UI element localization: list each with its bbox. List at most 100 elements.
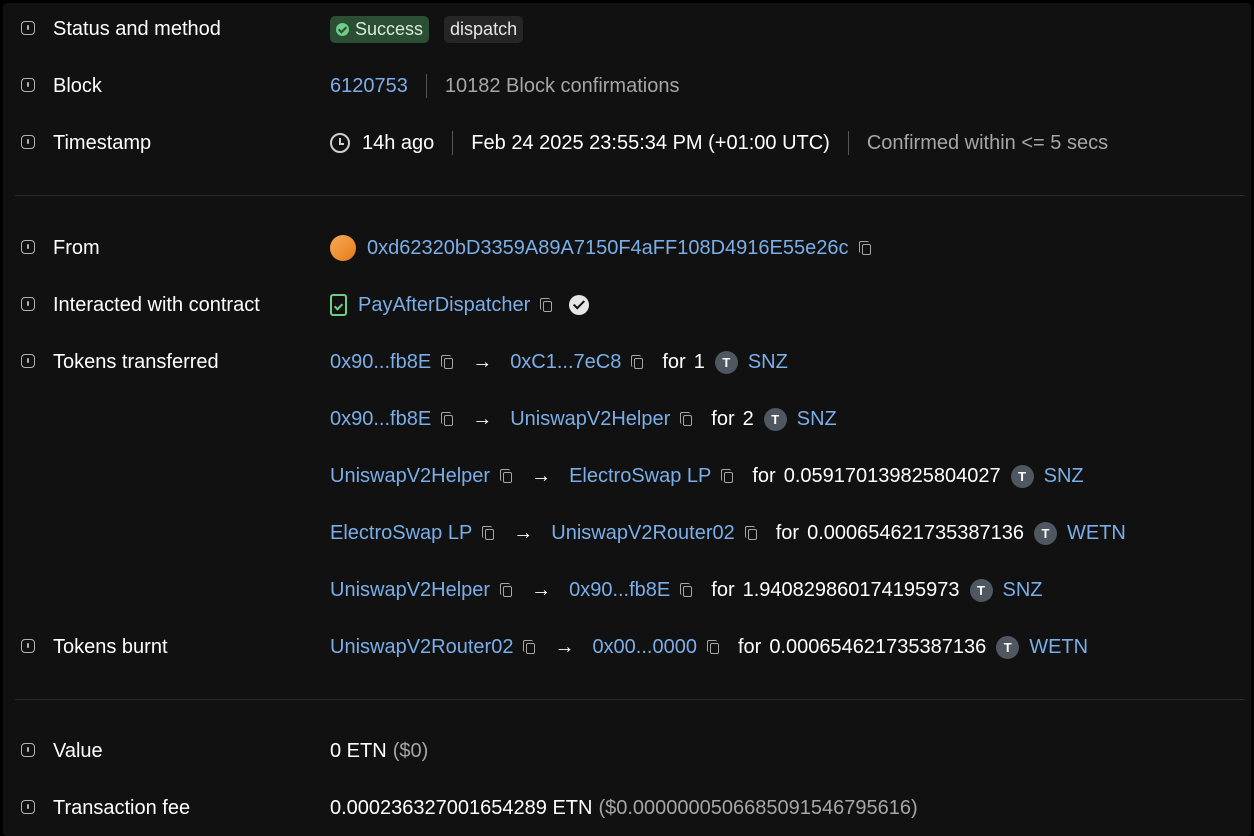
info-icon[interactable]: [21, 78, 35, 92]
block-confirmations: 10182 Block confirmations: [444, 74, 680, 97]
copy-icon[interactable]: [441, 354, 454, 370]
from-value: 0xd62320bD3359A89A7150F4aFF108D4916E55e2…: [330, 228, 872, 268]
from-address-link[interactable]: 0xd62320bD3359A89A7150F4aFF108D4916E55e2…: [367, 237, 849, 260]
arrow-right-icon: →: [472, 350, 493, 373]
row-timestamp: Timestamp 14h ago Feb 24 2025 23:55:34 P…: [3, 123, 1251, 163]
transfer-amount: 2: [742, 407, 754, 430]
transfer-from-link[interactable]: 0x90...fb8E: [330, 351, 431, 374]
transfer-to-link[interactable]: UniswapV2Helper: [510, 408, 670, 431]
token-symbol-link[interactable]: SNZ: [748, 351, 788, 374]
clock-icon: [330, 133, 350, 153]
status-text: Success: [355, 18, 424, 39]
contract-name-link[interactable]: PayAfterDispatcher: [358, 294, 530, 317]
copy-icon[interactable]: [858, 240, 872, 256]
transfer-amount: 1: [693, 350, 705, 373]
token-transfer-row: UniswapV2Helper → 0x90...fb8E for 1.94082986…: [3, 570, 1251, 610]
transfer-from-link[interactable]: UniswapV2Helper: [330, 579, 490, 602]
token-symbol-link[interactable]: SNZ: [797, 408, 837, 431]
method-badge: dispatch: [444, 15, 524, 43]
verified-check-icon: [569, 295, 590, 315]
copy-icon[interactable]: [500, 468, 513, 484]
token-transfer: UniswapV2Helper → ElectroSwap LP for 0.05917…: [330, 456, 1084, 496]
status-badge: Success: [330, 15, 430, 43]
token-transfer: 0x90...fb8E → 0xC1...7eC8 for 1 T SNZ: [330, 342, 788, 382]
transfer-amount: 1.940829860174195973: [742, 578, 960, 601]
transfer-to-link[interactable]: 0x90...fb8E: [569, 579, 670, 602]
copy-icon[interactable]: [680, 411, 693, 427]
fee-amount: 0.000236327001654289 ETN ($0.00000005066…: [330, 788, 918, 828]
copy-icon[interactable]: [680, 582, 693, 598]
arrow-right-icon: →: [513, 521, 534, 544]
transfer-from-link[interactable]: ElectroSwap LP: [330, 522, 472, 545]
info-icon[interactable]: [21, 639, 35, 653]
arrow-right-icon: →: [554, 635, 575, 658]
for-label: for: [662, 350, 686, 373]
transfer-to-link[interactable]: UniswapV2Router02: [551, 522, 734, 545]
info-icon[interactable]: [21, 297, 35, 311]
info-icon[interactable]: [21, 743, 35, 757]
token-symbol-link[interactable]: SNZ: [1003, 579, 1043, 602]
token-transfer-row: ElectroSwap LP → UniswapV2Router02 for 0.000…: [3, 513, 1251, 553]
value-etn: 0 ETN: [330, 739, 387, 762]
transfer-amount: 0.059170139825804027: [783, 464, 1001, 487]
contract-file-icon: [330, 294, 347, 316]
copy-icon[interactable]: [482, 525, 495, 541]
row-label: Status and method: [53, 18, 221, 40]
transfer-from-link[interactable]: UniswapV2Helper: [330, 465, 490, 488]
copy-icon[interactable]: [500, 582, 513, 598]
token-icon: T: [996, 635, 1020, 659]
token-symbol-link[interactable]: WETN: [1067, 522, 1126, 545]
token-icon: T: [969, 578, 993, 602]
copy-icon[interactable]: [721, 468, 734, 484]
timestamp-ago: 14h ago: [362, 131, 435, 154]
arrow-right-icon: →: [472, 407, 493, 430]
block-number-link[interactable]: 6120753: [330, 75, 408, 98]
info-icon[interactable]: [21, 240, 35, 254]
section-divider: [15, 699, 1245, 700]
transfer-to-link[interactable]: ElectroSwap LP: [569, 465, 711, 488]
token-icon: T: [763, 407, 787, 431]
transfer-to-link[interactable]: 0xC1...7eC8: [510, 351, 621, 374]
info-icon[interactable]: [21, 135, 35, 149]
copy-icon[interactable]: [706, 639, 720, 655]
transfer-from-link[interactable]: UniswapV2Router02: [330, 636, 513, 659]
row-status: Status and method Success dispatch: [3, 9, 1251, 49]
copy-icon[interactable]: [540, 297, 553, 313]
for-label: for: [711, 578, 735, 601]
contract-value: PayAfterDispatcher: [330, 285, 590, 325]
info-icon[interactable]: [21, 800, 35, 814]
row-tokens-burnt: Tokens burnt UniswapV2Router02 → 0x00...…: [3, 627, 1251, 667]
transfer-amount: 0.000654621735387136: [769, 635, 987, 658]
for-label: for: [737, 635, 762, 658]
transfer-from-link[interactable]: 0x90...fb8E: [330, 408, 431, 431]
copy-icon[interactable]: [744, 525, 758, 541]
row-label: Block: [53, 75, 102, 97]
for-label: for: [775, 521, 800, 544]
value-usd: ($0): [392, 739, 429, 762]
copy-icon[interactable]: [441, 411, 454, 427]
token-transfer: ElectroSwap LP → UniswapV2Router02 for 0.000…: [330, 513, 1126, 553]
separator: [425, 74, 427, 98]
row-label: From: [53, 237, 100, 259]
token-icon: T: [714, 350, 738, 374]
arrow-right-icon: →: [531, 578, 552, 601]
row-from: From 0xd62320bD3359A89A7150F4aFF108D4916…: [3, 228, 1251, 268]
copy-icon[interactable]: [631, 354, 644, 370]
separator: [847, 131, 849, 155]
token-symbol-link[interactable]: WETN: [1029, 636, 1088, 659]
address-avatar: [330, 235, 356, 261]
fee-etn: 0.000236327001654289 ETN: [330, 796, 593, 819]
for-label: for: [752, 464, 776, 487]
row-label: Interacted with contract: [53, 294, 260, 316]
row-label: Timestamp: [53, 132, 152, 154]
token-symbol-link[interactable]: SNZ: [1044, 465, 1084, 488]
transaction-details-panel: Status and method Success dispatch Block…: [3, 3, 1251, 836]
value-amount: 0 ETN ($0): [330, 731, 428, 771]
timestamp-datetime: Feb 24 2025 23:55:34 PM (+01:00 UTC): [471, 131, 830, 154]
token-icon: T: [1033, 521, 1057, 545]
copy-icon[interactable]: [523, 639, 536, 655]
info-icon[interactable]: [21, 21, 35, 35]
row-value: Value 0 ETN ($0): [3, 731, 1251, 771]
row-label: Tokens burnt: [53, 636, 168, 658]
transfer-to-link[interactable]: 0x00...0000: [592, 636, 697, 659]
